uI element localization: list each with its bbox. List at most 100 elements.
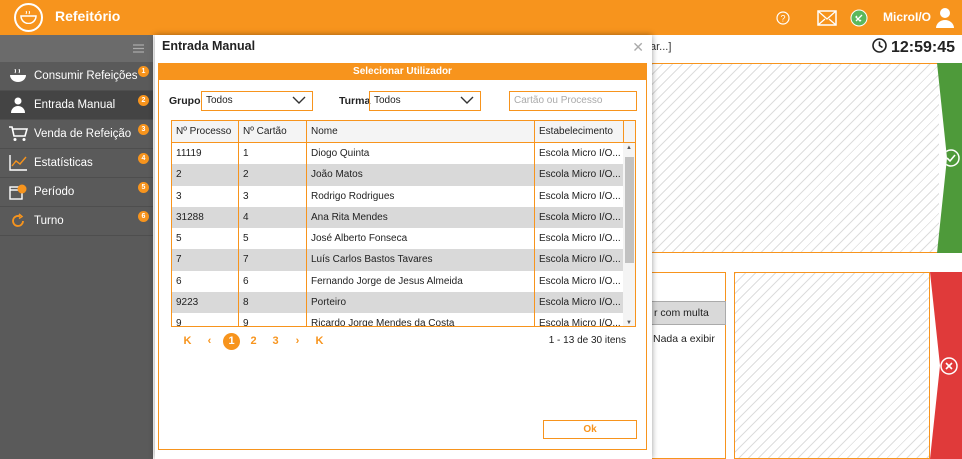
table-row[interactable]: 31288 4 Ana Rita Mendes Escola Micro I/O… <box>172 206 635 229</box>
table-cell: Escola Micro I/O... <box>535 185 624 207</box>
table-row[interactable]: 9223 8 Porteiro Escola Micro I/O... <box>172 292 635 314</box>
ok-button[interactable]: Ok <box>543 420 637 439</box>
table-scrollbar[interactable]: ▲ ▼ <box>623 143 635 326</box>
svg-text:?: ? <box>780 13 785 23</box>
table-cell: 11119 <box>172 143 239 165</box>
first-page-icon[interactable]: K <box>179 333 196 350</box>
table-row[interactable]: 11119 1 Diogo Quinta Escola Micro I/O... <box>172 143 635 165</box>
menu-icon[interactable] <box>133 44 144 56</box>
pagination: K ‹ 1 2 3 › K <box>179 332 328 350</box>
entrada-manual-modal: Entrada Manual ✕ Selecionar Utilizador G… <box>155 35 652 459</box>
table-row[interactable]: 7 7 Luís Carlos Bastos Tavares Escola Mi… <box>172 249 635 271</box>
table-cell: 5 <box>172 228 239 250</box>
table-row[interactable]: 2 2 João Matos Escola Micro I/O... <box>172 164 635 186</box>
select-user-panel: Selecionar Utilizador Grupo Todos Turma … <box>158 63 647 450</box>
table-cell: 7 <box>172 249 239 271</box>
table-cell: 4 <box>239 206 307 229</box>
person-icon <box>8 96 28 114</box>
cart-icon <box>8 125 28 143</box>
table-cell: 6 <box>239 270 307 293</box>
help-icon[interactable]: ? <box>776 0 790 35</box>
close-icon[interactable]: ✕ <box>632 39 644 56</box>
grupo-value: Todos <box>206 95 233 106</box>
search-input[interactable]: Cartão ou Processo <box>509 91 637 111</box>
sidebar-badge: 1 <box>138 66 149 77</box>
sidebar-item-label: Turno <box>34 215 64 227</box>
top-bar: Refeitório ? MicroI/O <box>0 0 962 35</box>
table-cell: 1 <box>239 143 307 165</box>
chevron-down-icon <box>292 94 306 109</box>
filter-row: Grupo Todos Turma Todos Cartão ou Proces… <box>169 90 639 112</box>
multa-button[interactable]: r com multa <box>646 301 726 325</box>
table-row[interactable]: 5 5 José Alberto Fonseca Escola Micro I/… <box>172 228 635 250</box>
table-cell: Escola Micro I/O... <box>535 292 624 314</box>
sidebar-item-label: Estatísticas <box>34 157 93 169</box>
connection-status-icon[interactable] <box>850 0 868 35</box>
table-cell: Escola Micro I/O... <box>535 270 624 293</box>
last-page-icon[interactable]: K <box>311 333 328 350</box>
sidebar-badge: 4 <box>138 153 149 164</box>
refresh-icon <box>8 212 28 230</box>
table-cell: 3 <box>172 185 239 207</box>
sidebar-badge: 6 <box>138 211 149 222</box>
sidebar-item-estatisticas[interactable]: Estatísticas 4 <box>0 149 153 178</box>
table-cell: 6 <box>172 270 239 293</box>
table-row[interactable]: 6 6 Fernando Jorge de Jesus Almeida Esco… <box>172 270 635 293</box>
table-cell: 2 <box>239 164 307 186</box>
table-cell: João Matos <box>307 164 535 186</box>
modal-title: Entrada Manual <box>162 39 256 53</box>
app-title: Refeitório <box>55 8 121 24</box>
user-avatar-icon[interactable] <box>935 0 955 35</box>
table-cell: 7 <box>239 249 307 271</box>
grupo-label: Grupo <box>169 95 201 107</box>
sidebar-item-entrada-manual[interactable]: Entrada Manual 2 <box>0 91 153 120</box>
chart-icon <box>8 154 28 172</box>
turma-value: Todos <box>374 95 401 106</box>
table-cell: 5 <box>239 228 307 250</box>
table-cell: 8 <box>239 292 307 314</box>
table-cell: 3 <box>239 185 307 207</box>
sidebar-item-periodo[interactable]: Período 5 <box>0 178 153 207</box>
clock-time: 12:59:45 <box>891 39 956 56</box>
mail-icon[interactable] <box>817 0 837 35</box>
sidebar-item-label: Período <box>34 186 75 198</box>
sidebar-badge: 2 <box>138 95 149 106</box>
table-cell: 9223 <box>172 292 239 314</box>
table-cell: Ricardo Jorge Mendes da Costa <box>307 313 535 326</box>
grupo-select[interactable]: Todos <box>201 91 313 111</box>
column-header[interactable]: Nome <box>307 121 535 142</box>
column-header[interactable]: Nº Cartão <box>239 121 307 142</box>
sidebar-item-venda-de-refeicao[interactable]: Venda de Refeição 3 <box>0 120 153 149</box>
column-header[interactable]: Estabelecimento <box>535 121 624 142</box>
clock-icon <box>872 38 887 58</box>
accepted-panel <box>652 63 939 253</box>
sidebar-toggle[interactable] <box>0 35 153 62</box>
sidebar-badge: 5 <box>138 182 149 193</box>
page-button-1[interactable]: 1 <box>223 332 240 350</box>
table-cell: Diogo Quinta <box>307 143 535 165</box>
sidebar-item-label: Consumir Refeições <box>34 70 138 82</box>
scroll-down-icon[interactable]: ▼ <box>626 320 632 326</box>
clock: 12:59:45 <box>872 38 955 58</box>
scrollbar-thumb[interactable] <box>625 157 634 263</box>
sidebar-item-consumir-refeicoes[interactable]: Consumir Refeições 1 <box>0 62 153 91</box>
prev-page-icon[interactable]: ‹ <box>201 333 218 350</box>
next-page-icon[interactable]: › <box>289 333 306 350</box>
table-cell: Ana Rita Mendes <box>307 206 535 229</box>
page-button-3[interactable]: 3 <box>267 333 284 350</box>
sidebar-item-turno[interactable]: Turno 6 <box>0 207 153 236</box>
sidebar: Consumir Refeições 1 Entrada Manual 2 Ve… <box>0 35 153 459</box>
background-search-field[interactable]: ar...] <box>650 41 671 53</box>
table-row[interactable]: 9 9 Ricardo Jorge Mendes da Costa Escola… <box>172 313 635 326</box>
turma-select[interactable]: Todos <box>369 91 481 111</box>
scroll-up-icon[interactable]: ▲ <box>626 145 632 151</box>
page-button-2[interactable]: 2 <box>245 333 262 350</box>
empty-message: Nada a exibir <box>653 333 715 345</box>
close-circle-icon[interactable] <box>940 357 958 378</box>
column-header[interactable]: Nº Processo <box>172 121 239 142</box>
user-name[interactable]: MicroI/O <box>883 10 931 24</box>
sidebar-item-label: Venda de Refeição <box>34 128 132 140</box>
pager-info: 1 - 13 de 30 itens <box>548 335 626 346</box>
calendar-clock-icon <box>8 183 28 201</box>
table-row[interactable]: 3 3 Rodrigo Rodrigues Escola Micro I/O..… <box>172 185 635 207</box>
